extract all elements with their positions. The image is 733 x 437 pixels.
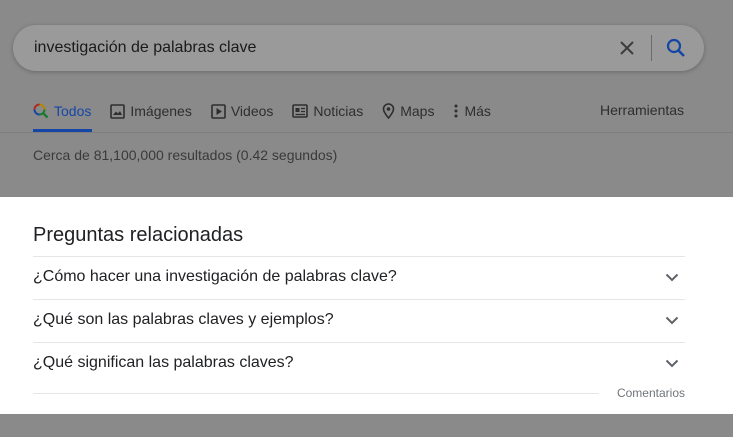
search-input[interactable]: investigación de palabras clave — [34, 39, 256, 57]
chevron-down-icon — [665, 313, 679, 327]
tab-label: Noticias — [313, 103, 364, 119]
tab-label: Más — [464, 103, 491, 119]
tools-button[interactable]: Herramientas — [600, 102, 684, 118]
tab-label: Imágenes — [130, 103, 192, 119]
tab-mas[interactable]: Más — [453, 103, 491, 119]
more-vertical-icon — [453, 104, 459, 118]
question-text: ¿Qué significan las palabras claves? — [33, 354, 294, 371]
related-question-2[interactable]: ¿Qué son las palabras claves y ejemplos? — [33, 299, 685, 342]
play-icon — [211, 103, 226, 119]
tab-label: Videos — [230, 103, 274, 119]
feedback-link[interactable]: Comentarios — [617, 386, 685, 400]
tab-videos[interactable]: Videos — [211, 103, 274, 119]
question-text: ¿Qué son las palabras claves y ejemplos? — [33, 311, 334, 328]
related-question-1[interactable]: ¿Cómo hacer una investigación de palabra… — [33, 256, 685, 299]
close-icon[interactable] — [617, 38, 637, 58]
location-pin-icon — [382, 103, 395, 119]
dimmed-overlay-bottom — [0, 414, 733, 437]
search-box[interactable]: investigación de palabras clave — [13, 25, 704, 71]
tab-label: Maps — [400, 103, 435, 119]
search-divider — [651, 35, 652, 61]
tab-imagenes[interactable]: Imágenes — [110, 103, 192, 119]
chevron-down-icon — [665, 270, 679, 284]
tab-maps[interactable]: Maps — [382, 103, 434, 119]
search-tabs: Todos Imágenes Videos Noticias Maps Más — [33, 100, 510, 122]
search-icon[interactable] — [665, 37, 687, 59]
tab-todos[interactable]: Todos — [33, 103, 91, 119]
question-text: ¿Cómo hacer una investigación de palabra… — [33, 268, 397, 285]
result-stats: Cerca de 81,100,000 resultados (0.42 seg… — [33, 147, 338, 163]
chevron-down-icon — [665, 356, 679, 370]
search-multicolor-icon — [33, 103, 49, 119]
question-divider — [33, 393, 599, 394]
news-icon — [292, 104, 309, 118]
tabs-divider — [0, 132, 733, 133]
related-questions-title: Preguntas relacionadas — [33, 224, 244, 246]
tab-label: Todos — [54, 103, 92, 119]
related-question-3[interactable]: ¿Qué significan las palabras claves? — [33, 342, 685, 385]
tab-noticias[interactable]: Noticias — [292, 103, 363, 119]
image-icon — [110, 103, 126, 119]
dimmed-overlay-top: investigación de palabras clave Todos Im… — [0, 0, 733, 197]
